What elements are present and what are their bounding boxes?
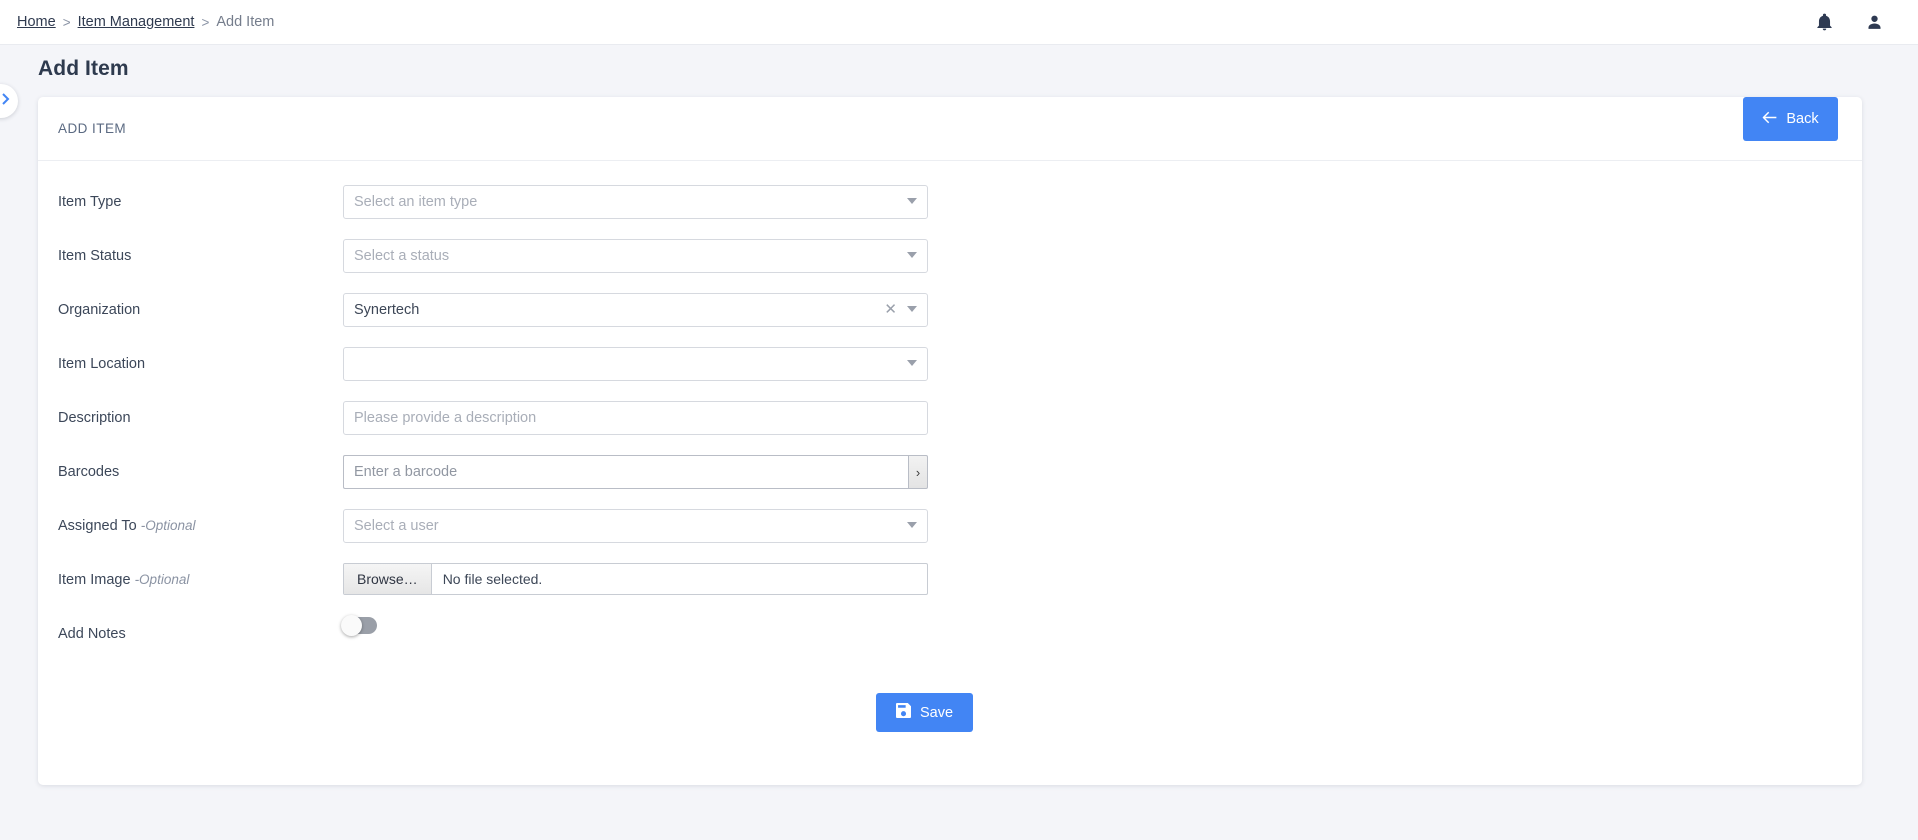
toggle-knob: [341, 615, 362, 636]
card-header: ADD ITEM Back: [38, 97, 1862, 161]
label-assigned-to-optional: -Optional: [140, 518, 196, 533]
close-x-icon[interactable]: ✕: [884, 300, 897, 320]
label-barcodes: Barcodes: [58, 464, 120, 480]
item-location-select[interactable]: [343, 347, 928, 381]
item-type-select[interactable]: Select an item type: [343, 185, 928, 219]
form-row-item-status: Item Status Select a status: [38, 239, 1862, 293]
organization-select[interactable]: Synertech: [343, 293, 928, 327]
field-item-type: Select an item type: [343, 185, 928, 219]
label-item-type: Item Type: [58, 194, 122, 210]
file-input-group: Browse… No file selected.: [343, 563, 928, 595]
sidebar-toggle-button[interactable]: [0, 84, 18, 118]
label-assigned-to-text: Assigned To: [58, 518, 137, 534]
form-row-barcodes: Barcodes Enter a barcode ›: [38, 455, 1862, 509]
barcode-input-group: Enter a barcode ›: [343, 455, 928, 489]
form-actions: Save: [38, 693, 1862, 732]
form-row-organization: Organization Synertech ✕: [38, 293, 1862, 347]
label-item-image-optional: -Optional: [134, 572, 190, 587]
top-bar: Home > Item Management > Add Item: [0, 0, 1918, 45]
field-organization: Synertech ✕: [343, 293, 928, 327]
form-row-item-image: Item Image -Optional Browse… No file sel…: [38, 563, 1862, 617]
breadcrumb-item-add-item: Add Item: [216, 14, 275, 30]
file-selected-status: No file selected.: [442, 571, 543, 587]
bell-icon[interactable]: [1812, 10, 1836, 34]
field-barcodes: Enter a barcode ›: [343, 455, 928, 489]
form-row-item-location: Item Location: [38, 347, 1862, 401]
add-item-card: ADD ITEM Back Item Type Select an item t…: [38, 97, 1862, 785]
chevron-right-icon: [0, 92, 11, 111]
chevron-down-icon[interactable]: [907, 360, 917, 366]
label-assigned-to: Assigned To -Optional: [38, 509, 343, 534]
field-assigned-to: Select a user: [343, 509, 928, 543]
barcode-add-button[interactable]: ›: [908, 455, 928, 489]
chevron-down-icon[interactable]: [907, 522, 917, 528]
topbar-actions: [1812, 10, 1886, 34]
label-item-location: Item Location: [58, 356, 146, 372]
card-header-title: ADD ITEM: [58, 121, 127, 136]
page-title: Add Item: [38, 57, 129, 80]
organization-selected-value: Synertech: [354, 302, 420, 318]
form-row-description: Description Please provide a description: [38, 401, 1862, 455]
add-item-form: Item Type Select an item type Item Statu…: [38, 161, 1862, 732]
save-button[interactable]: Save: [876, 693, 973, 732]
browse-button[interactable]: Browse…: [344, 564, 432, 594]
chevron-down-icon[interactable]: [907, 306, 917, 312]
description-input[interactable]: Please provide a description: [343, 401, 928, 435]
breadcrumb-separator: >: [201, 14, 210, 30]
field-item-status: Select a status: [343, 239, 928, 273]
user-icon[interactable]: [1862, 10, 1886, 34]
chevron-down-icon[interactable]: [907, 252, 917, 258]
form-row-item-type: Item Type Select an item type: [38, 185, 1862, 239]
label-item-image-text: Item Image: [58, 572, 131, 588]
breadcrumb-item-home[interactable]: Home: [17, 14, 56, 30]
back-button-label: Back: [1786, 111, 1819, 127]
field-add-notes: [341, 615, 928, 636]
add-notes-toggle[interactable]: [341, 615, 377, 636]
back-button[interactable]: Back: [1743, 97, 1838, 141]
barcode-input[interactable]: Enter a barcode: [343, 455, 908, 489]
label-organization: Organization: [58, 302, 141, 318]
field-description: Please provide a description: [343, 401, 928, 435]
chevron-down-icon[interactable]: [907, 198, 917, 204]
label-item-status: Item Status: [58, 248, 132, 264]
breadcrumb-separator: >: [62, 14, 71, 30]
breadcrumb: Home > Item Management > Add Item: [17, 14, 274, 30]
form-row-add-notes: Add Notes: [38, 615, 1862, 671]
arrow-left-icon: [1762, 111, 1777, 128]
assigned-to-select[interactable]: Select a user: [343, 509, 928, 543]
item-status-select[interactable]: Select a status: [343, 239, 928, 273]
form-row-assigned-to: Assigned To -Optional Select a user: [38, 509, 1862, 563]
label-add-notes: Add Notes: [58, 626, 126, 642]
breadcrumb-item-item-management[interactable]: Item Management: [78, 14, 195, 30]
label-description: Description: [58, 410, 131, 426]
field-item-location: [343, 347, 928, 381]
save-floppy-icon: [895, 703, 911, 722]
field-item-image: Browse… No file selected.: [343, 563, 928, 595]
save-button-label: Save: [919, 704, 954, 721]
label-item-image: Item Image -Optional: [38, 563, 343, 588]
